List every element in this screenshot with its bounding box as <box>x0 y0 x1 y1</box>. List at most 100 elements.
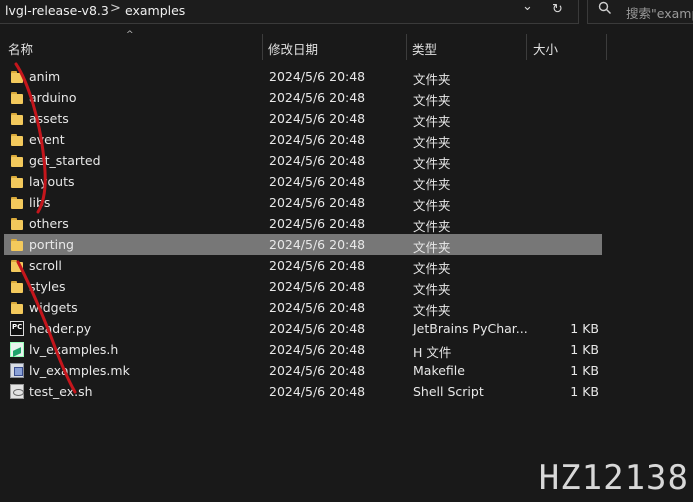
file-type: 文件夹 <box>413 156 451 171</box>
column-divider[interactable] <box>526 34 527 60</box>
column-header-row: ^ 名称 修改日期 类型 大小 <box>0 30 610 60</box>
file-name: libs <box>29 195 51 210</box>
folder-icon <box>10 195 24 210</box>
file-type: 文件夹 <box>413 114 451 129</box>
folder-icon <box>10 279 24 294</box>
file-row[interactable]: others 2024/5/6 20:48 文件夹 <box>4 213 602 234</box>
file-row[interactable]: test_ex.sh 2024/5/6 20:48 Shell Script 1 KB <box>4 381 602 402</box>
pycharm-badge: PC <box>12 323 23 331</box>
address-bar[interactable]: lvgl-release-v8.3 > examples ⌄ ↻ <box>0 0 579 24</box>
file-name: arduino <box>29 90 77 105</box>
file-type: JetBrains PyChar... <box>413 321 528 336</box>
file-size: 1 KB <box>570 321 599 336</box>
file-name: widgets <box>29 300 78 315</box>
file-modified: 2024/5/6 20:48 <box>269 111 366 126</box>
file-type: 文件夹 <box>413 240 451 255</box>
file-row[interactable]: styles 2024/5/6 20:48 文件夹 <box>4 276 602 297</box>
file-type: Makefile <box>413 363 465 378</box>
column-header-modified[interactable]: 修改日期 <box>268 39 318 58</box>
file-type: 文件夹 <box>413 135 451 150</box>
file-row[interactable]: layouts 2024/5/6 20:48 文件夹 <box>4 171 602 192</box>
file-name: others <box>29 216 69 231</box>
folder-icon <box>10 132 24 147</box>
folder-icon <box>10 174 24 189</box>
file-type: 文件夹 <box>413 177 451 192</box>
file-row[interactable]: PC header.py 2024/5/6 20:48 JetBrains PyCha… <box>4 318 602 339</box>
folder-icon <box>10 300 24 315</box>
shell-script-icon <box>10 384 24 399</box>
file-modified: 2024/5/6 20:48 <box>269 132 366 147</box>
file-modified: 2024/5/6 20:48 <box>269 69 366 84</box>
folder-icon <box>10 237 24 252</box>
file-row[interactable]: lv_examples.mk 2024/5/6 20:48 Makefile 1 KB <box>4 360 602 381</box>
file-row[interactable]: scroll 2024/5/6 20:48 文件夹 <box>4 255 602 276</box>
file-name: scroll <box>29 258 62 273</box>
file-type: 文件夹 <box>413 72 451 87</box>
file-size: 1 KB <box>570 384 599 399</box>
folder-icon <box>10 258 24 273</box>
folder-icon <box>10 216 24 231</box>
file-row[interactable]: widgets 2024/5/6 20:48 文件夹 <box>4 297 602 318</box>
column-header-type[interactable]: 类型 <box>412 39 437 58</box>
breadcrumb-separator-chevron-icon[interactable]: > <box>110 1 121 16</box>
file-type: 文件夹 <box>413 282 451 297</box>
watermark: HZ12138 <box>538 458 689 498</box>
folder-icon <box>10 153 24 168</box>
search-placeholder[interactable]: 搜索"examp <box>626 3 693 22</box>
file-modified: 2024/5/6 20:48 <box>269 195 366 210</box>
file-modified: 2024/5/6 20:48 <box>269 237 366 252</box>
file-row[interactable]: arduino 2024/5/6 20:48 文件夹 <box>4 87 602 108</box>
file-modified: 2024/5/6 20:48 <box>269 342 366 357</box>
file-name: lv_examples.mk <box>29 363 130 378</box>
file-size: 1 KB <box>570 342 599 357</box>
file-name: header.py <box>29 321 92 336</box>
file-modified: 2024/5/6 20:48 <box>269 300 366 315</box>
file-modified: 2024/5/6 20:48 <box>269 279 366 294</box>
file-type: 文件夹 <box>413 303 451 318</box>
file-modified: 2024/5/6 20:48 <box>269 174 366 189</box>
breadcrumb-current[interactable]: examples <box>125 3 185 18</box>
file-name: test_ex.sh <box>29 384 93 399</box>
search-box[interactable]: 搜索"examp <box>587 0 693 24</box>
file-row[interactable]: libs 2024/5/6 20:48 文件夹 <box>4 192 602 213</box>
file-name: assets <box>29 111 69 126</box>
file-modified: 2024/5/6 20:48 <box>269 153 366 168</box>
file-row[interactable]: anim 2024/5/6 20:48 文件夹 <box>4 66 602 87</box>
file-type: H 文件 <box>413 345 452 360</box>
pycharm-file-icon: PC <box>10 321 24 336</box>
file-row[interactable]: porting 2024/5/6 20:48 文件夹 <box>4 234 602 255</box>
file-name: lv_examples.h <box>29 342 119 357</box>
refresh-icon[interactable]: ↻ <box>552 2 563 17</box>
file-modified: 2024/5/6 20:48 <box>269 363 366 378</box>
file-row[interactable]: lv_examples.h 2024/5/6 20:48 H 文件 1 KB <box>4 339 602 360</box>
file-type: Shell Script <box>413 384 484 399</box>
column-divider[interactable] <box>262 34 263 60</box>
file-type: 文件夹 <box>413 198 451 213</box>
folder-icon <box>10 69 24 84</box>
column-divider[interactable] <box>606 34 607 60</box>
file-modified: 2024/5/6 20:48 <box>269 321 366 336</box>
file-type: 文件夹 <box>413 219 451 234</box>
file-modified: 2024/5/6 20:48 <box>269 216 366 231</box>
address-dropdown-chevron-icon[interactable]: ⌄ <box>522 0 533 14</box>
file-row[interactable]: assets 2024/5/6 20:48 文件夹 <box>4 108 602 129</box>
column-header-name[interactable]: 名称 <box>8 39 33 58</box>
file-type: 文件夹 <box>413 93 451 108</box>
breadcrumb-root[interactable]: lvgl-release-v8.3 <box>5 3 109 18</box>
file-type: 文件夹 <box>413 261 451 276</box>
file-row[interactable]: get_started 2024/5/6 20:48 文件夹 <box>4 150 602 171</box>
header-file-icon <box>10 342 24 357</box>
column-divider[interactable] <box>406 34 407 60</box>
makefile-icon <box>10 363 24 378</box>
file-size: 1 KB <box>570 363 599 378</box>
folder-icon <box>10 111 24 126</box>
file-name: layouts <box>29 174 75 189</box>
file-name: get_started <box>29 153 101 168</box>
search-icon <box>598 1 612 19</box>
file-name: porting <box>29 237 74 252</box>
column-header-size[interactable]: 大小 <box>533 39 558 58</box>
folder-icon <box>10 90 24 105</box>
file-row[interactable]: event 2024/5/6 20:48 文件夹 <box>4 129 602 150</box>
file-name: event <box>29 132 65 147</box>
file-modified: 2024/5/6 20:48 <box>269 90 366 105</box>
